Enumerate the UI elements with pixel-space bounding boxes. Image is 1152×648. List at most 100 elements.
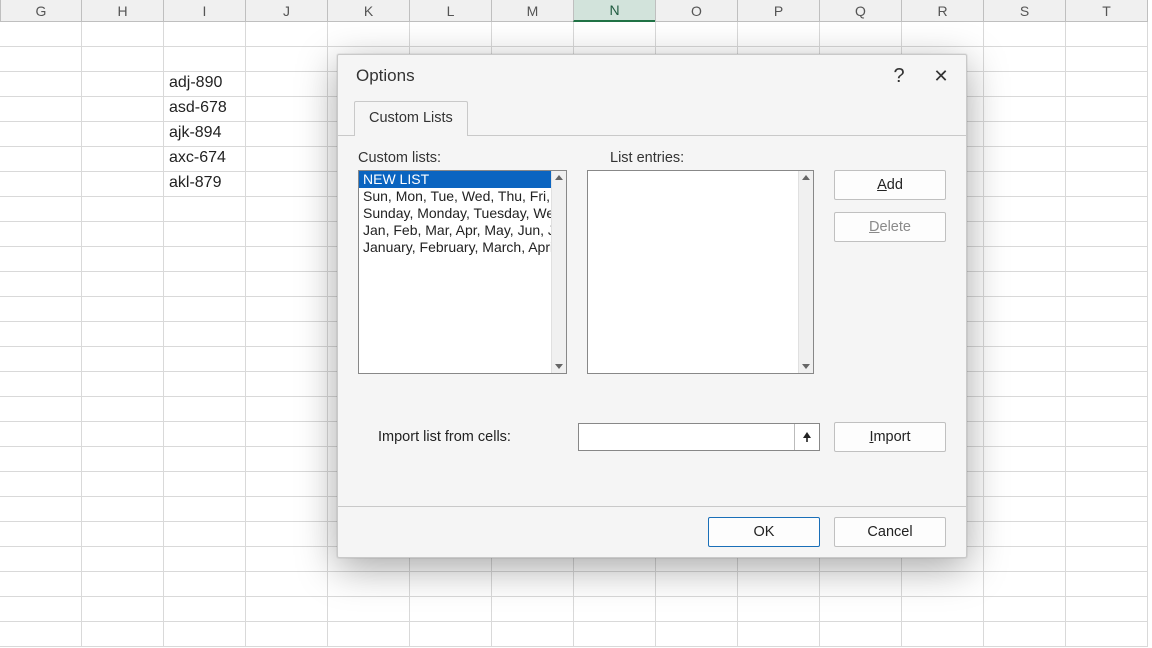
cell-G3[interactable] [0,72,82,97]
custom-lists-listbox[interactable]: NEW LISTSun, Mon, Tue, Wed, Thu, Fri,Sun… [358,170,567,374]
cell-J14[interactable] [246,347,328,372]
cell-T13[interactable] [1066,322,1148,347]
cell-S25[interactable] [984,622,1066,647]
add-button[interactable]: Add [834,170,946,200]
cell-H11[interactable] [82,272,164,297]
cell-I8[interactable] [164,197,246,222]
cell-G6[interactable] [0,147,82,172]
column-header-M[interactable]: M [491,0,574,22]
cell-S14[interactable] [984,347,1066,372]
cell-G19[interactable] [0,472,82,497]
cell-I11[interactable] [164,272,246,297]
cell-T20[interactable] [1066,497,1148,522]
cell-T21[interactable] [1066,522,1148,547]
cell-G17[interactable] [0,422,82,447]
cell-T7[interactable] [1066,172,1148,197]
cell-H3[interactable] [82,72,164,97]
cell-H24[interactable] [82,597,164,622]
column-header-N[interactable]: N [573,0,656,22]
cell-I7[interactable]: akl-879 [164,172,246,197]
cell-J22[interactable] [246,547,328,572]
cell-G2[interactable] [0,47,82,72]
cell-K23[interactable] [328,572,410,597]
cell-T1[interactable] [1066,22,1148,47]
cell-N1[interactable] [574,22,656,47]
cell-H2[interactable] [82,47,164,72]
cell-I3[interactable]: adj-890 [164,72,246,97]
cell-I15[interactable] [164,372,246,397]
cell-J7[interactable] [246,172,328,197]
cell-I13[interactable] [164,322,246,347]
cell-G5[interactable] [0,122,82,147]
cell-J3[interactable] [246,72,328,97]
column-header-H[interactable]: H [81,0,164,22]
cell-T11[interactable] [1066,272,1148,297]
cell-H12[interactable] [82,297,164,322]
cell-T18[interactable] [1066,447,1148,472]
cell-I12[interactable] [164,297,246,322]
cell-H13[interactable] [82,322,164,347]
cell-J13[interactable] [246,322,328,347]
cell-S4[interactable] [984,97,1066,122]
cell-L1[interactable] [410,22,492,47]
cell-J17[interactable] [246,422,328,447]
cell-P1[interactable] [738,22,820,47]
cell-I24[interactable] [164,597,246,622]
tab-custom-lists[interactable]: Custom Lists [354,101,468,136]
cell-S17[interactable] [984,422,1066,447]
cell-H17[interactable] [82,422,164,447]
cell-I2[interactable] [164,47,246,72]
custom-list-item[interactable]: Sunday, Monday, Tuesday, We [359,205,552,222]
range-picker-icon[interactable] [794,424,819,450]
cell-J24[interactable] [246,597,328,622]
cell-J16[interactable] [246,397,328,422]
cell-I22[interactable] [164,547,246,572]
cell-S19[interactable] [984,472,1066,497]
close-button[interactable]: ✕ [920,58,962,94]
cell-T12[interactable] [1066,297,1148,322]
cell-H6[interactable] [82,147,164,172]
cell-G16[interactable] [0,397,82,422]
cell-H8[interactable] [82,197,164,222]
cell-H10[interactable] [82,247,164,272]
cell-P25[interactable] [738,622,820,647]
column-header-P[interactable]: P [737,0,820,22]
cell-T6[interactable] [1066,147,1148,172]
cell-O1[interactable] [656,22,738,47]
cell-J11[interactable] [246,272,328,297]
ok-button[interactable]: OK [708,517,820,547]
cell-R25[interactable] [902,622,984,647]
cell-O25[interactable] [656,622,738,647]
cell-I19[interactable] [164,472,246,497]
cell-H9[interactable] [82,222,164,247]
cell-I25[interactable] [164,622,246,647]
cell-Q23[interactable] [820,572,902,597]
cell-T16[interactable] [1066,397,1148,422]
cell-Q25[interactable] [820,622,902,647]
cell-Q24[interactable] [820,597,902,622]
cancel-button[interactable]: Cancel [834,517,946,547]
cell-L24[interactable] [410,597,492,622]
cell-T5[interactable] [1066,122,1148,147]
column-header-J[interactable]: J [245,0,328,22]
list-entries-box[interactable] [587,170,814,374]
cell-S21[interactable] [984,522,1066,547]
cell-N23[interactable] [574,572,656,597]
cell-T15[interactable] [1066,372,1148,397]
cell-T22[interactable] [1066,547,1148,572]
cell-J19[interactable] [246,472,328,497]
cell-N25[interactable] [574,622,656,647]
cell-G20[interactable] [0,497,82,522]
cell-S7[interactable] [984,172,1066,197]
cell-T25[interactable] [1066,622,1148,647]
cell-R24[interactable] [902,597,984,622]
cell-T14[interactable] [1066,347,1148,372]
cell-G9[interactable] [0,222,82,247]
cell-H16[interactable] [82,397,164,422]
cell-S5[interactable] [984,122,1066,147]
cell-J25[interactable] [246,622,328,647]
cell-R23[interactable] [902,572,984,597]
cell-G21[interactable] [0,522,82,547]
column-header-Q[interactable]: Q [819,0,902,22]
cell-I5[interactable]: ajk-894 [164,122,246,147]
